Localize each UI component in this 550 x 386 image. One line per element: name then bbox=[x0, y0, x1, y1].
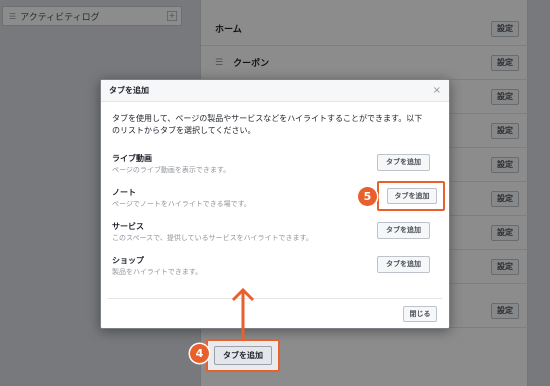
close-button[interactable]: 閉じる bbox=[403, 306, 437, 322]
description-line: タブを使用して、ページの製品やサービスなどをハイライトすることができます。以下 bbox=[112, 114, 423, 123]
add-tab-button-notes[interactable]: タブを追加 bbox=[387, 188, 437, 204]
step4-highlight-frame: タブを追加 bbox=[206, 339, 280, 372]
up-arrow-icon bbox=[231, 287, 255, 342]
option-live-video: ライブ動画 ページのライブ動画を表示できます。 タブを追加 bbox=[112, 153, 442, 181]
description-line: のリストからタブを選択してください。 bbox=[112, 126, 256, 135]
dialog-description: タブを使用して、ページの製品やサービスなどをハイライトすることができます。以下 … bbox=[112, 113, 442, 137]
step4-badge: 4 bbox=[190, 344, 209, 363]
dialog-title: タブを追加 bbox=[109, 86, 149, 95]
close-icon[interactable]: × bbox=[433, 85, 441, 96]
add-tab-button[interactable]: タブを追加 bbox=[377, 222, 430, 239]
step5-badge: 5 bbox=[358, 187, 377, 206]
add-tab-button[interactable]: タブを追加 bbox=[377, 256, 430, 273]
add-tab-button[interactable]: タブを追加 bbox=[377, 154, 430, 171]
step5-highlight-frame: タブを追加 bbox=[377, 181, 445, 211]
option-services: サービス このスペースで、提供しているサービスをハイライトできます。 タブを追加 bbox=[112, 221, 442, 249]
dialog-footer: 閉じる bbox=[108, 298, 442, 328]
add-tab-main-button[interactable]: タブを追加 bbox=[214, 346, 272, 365]
dialog-header: タブを追加 bbox=[101, 80, 449, 102]
option-shop: ショップ 製品をハイライトできます。 タブを追加 bbox=[112, 255, 442, 283]
